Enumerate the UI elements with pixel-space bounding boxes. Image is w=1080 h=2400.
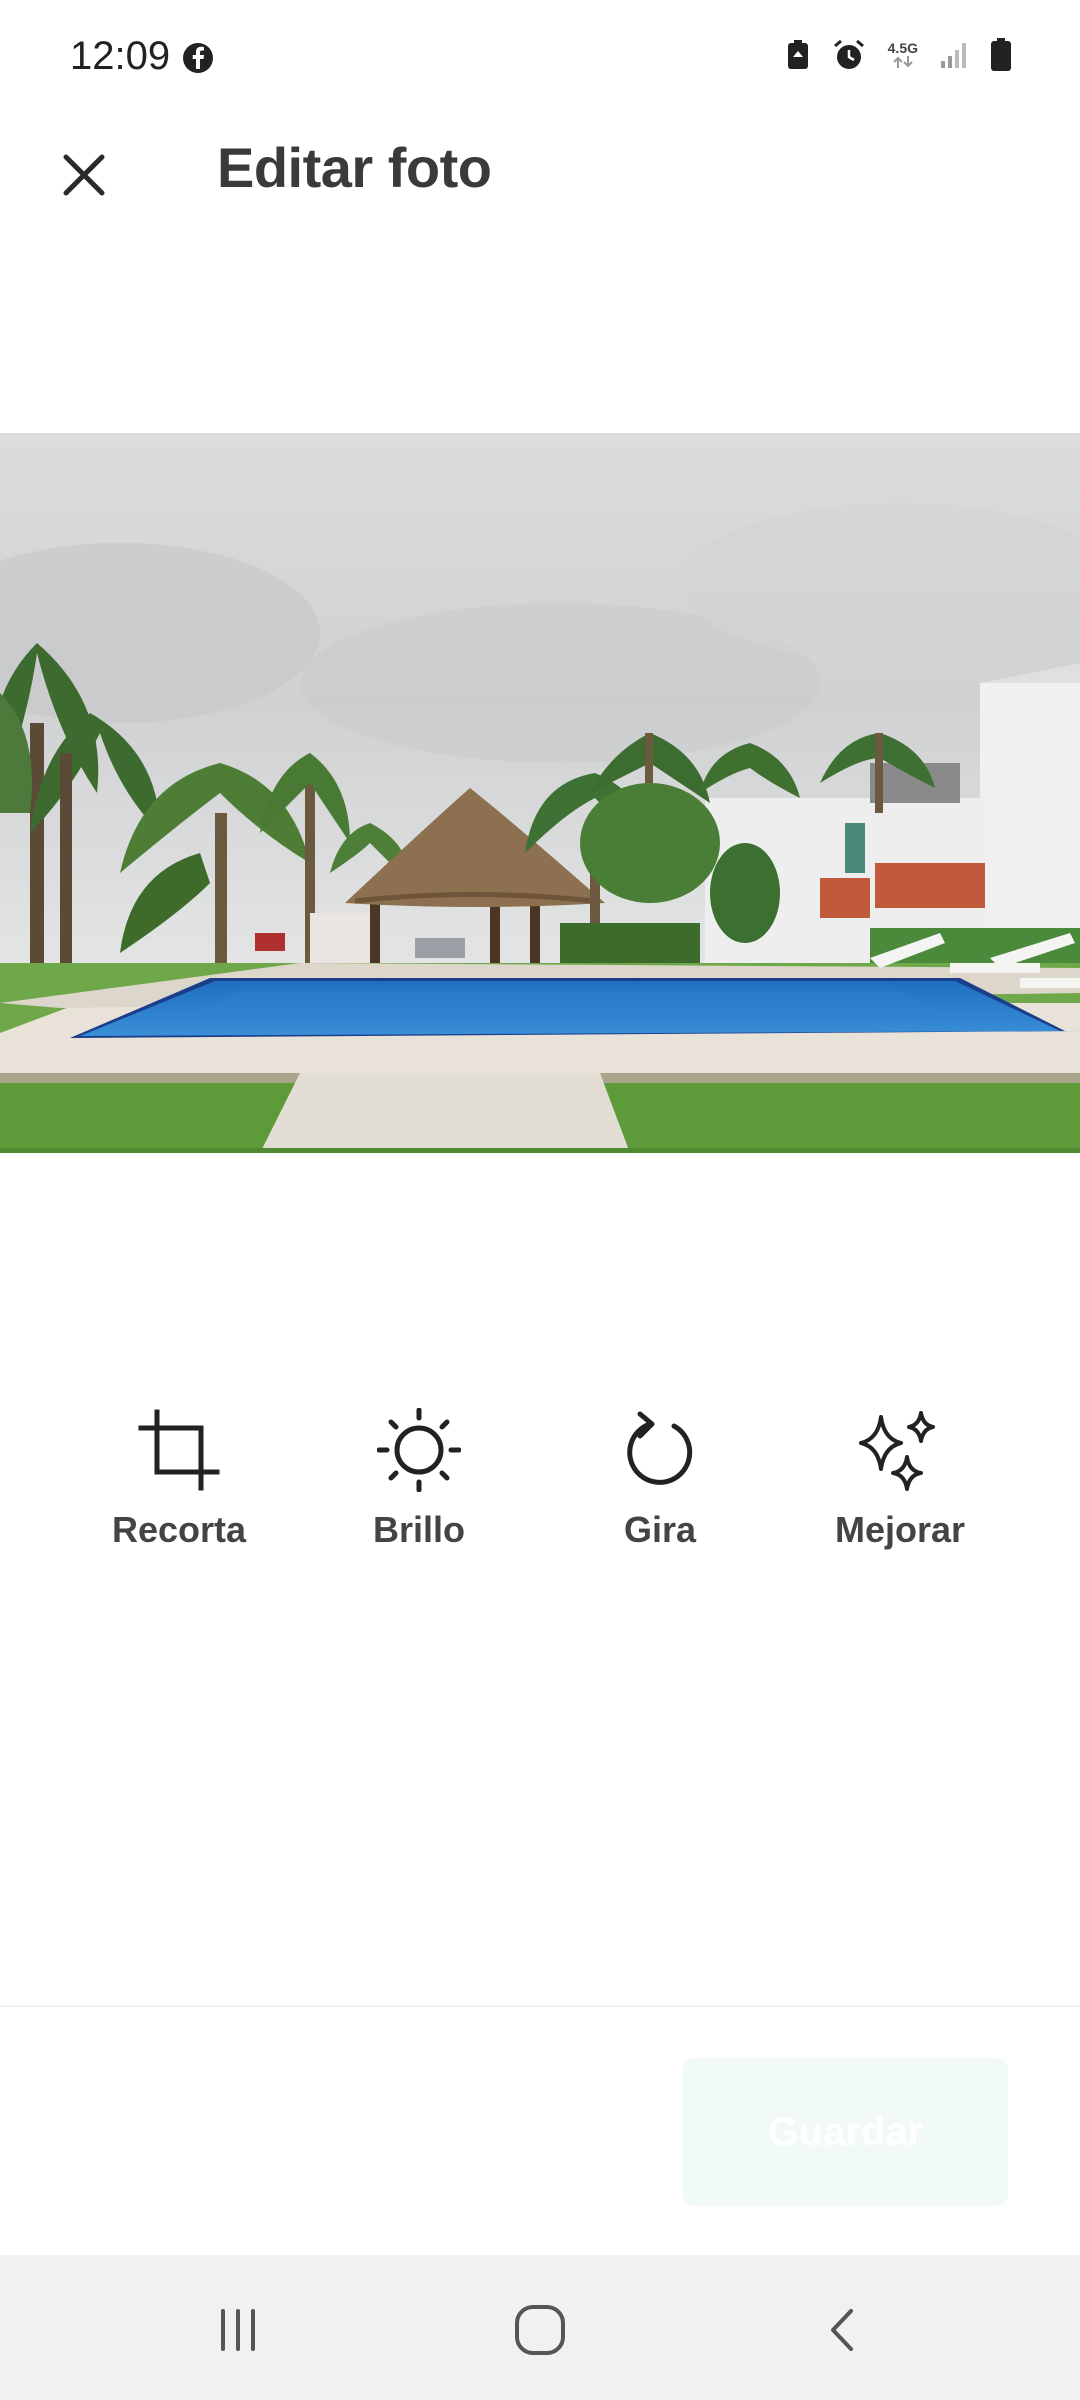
battery-saver-icon <box>787 40 808 69</box>
home-icon <box>515 2305 565 2355</box>
status-time: 12:09 <box>70 34 171 78</box>
recent-apps-button[interactable] <box>188 2280 288 2380</box>
tool-rotate[interactable]: Gira <box>560 1405 760 1565</box>
edit-tools: Recorta Brillo Gira Mejorar <box>0 1405 1080 1565</box>
edit-photo-screen: 12:09 4.5G Editar foto Recorta Brillo Gi… <box>0 0 1080 2400</box>
network-type: 4.5G <box>887 40 918 56</box>
tool-brightness[interactable]: Brillo <box>319 1405 519 1565</box>
close-button[interactable] <box>44 135 124 215</box>
alarm-icon <box>833 39 864 69</box>
pool-photo <box>0 433 1080 1153</box>
back-icon <box>831 2309 853 2351</box>
page-title: Editar foto <box>217 136 492 199</box>
recent-apps-icon <box>221 2309 255 2351</box>
status-bar: 12:09 4.5G <box>0 0 1080 115</box>
tool-crop[interactable]: Recorta <box>79 1405 279 1565</box>
rotate-icon <box>627 1411 693 1485</box>
footer-divider <box>0 2005 1080 2007</box>
tool-label: Brillo <box>372 1509 465 1550</box>
home-button[interactable] <box>490 2280 590 2380</box>
sparkles-icon <box>859 1411 935 1491</box>
signal-icon <box>941 43 966 68</box>
tool-enhance[interactable]: Mejorar <box>800 1405 1000 1565</box>
data-icon: 4.5G <box>888 41 918 69</box>
close-icon <box>63 154 105 196</box>
system-nav-bar <box>0 2255 1080 2400</box>
photo-preview[interactable] <box>0 433 1080 1153</box>
header: Editar foto <box>0 115 1080 220</box>
tool-label: Gira <box>623 1509 697 1550</box>
tool-label: Recorta <box>111 1509 247 1550</box>
save-button[interactable]: Guardar <box>683 2058 1008 2206</box>
tool-label: Mejorar <box>834 1509 966 1550</box>
status-icons: 4.5G <box>786 38 1012 72</box>
brightness-icon <box>377 1408 461 1492</box>
facebook-icon <box>183 43 213 73</box>
back-button[interactable] <box>792 2280 892 2380</box>
crop-icon <box>138 1409 220 1491</box>
battery-icon <box>991 38 1011 71</box>
